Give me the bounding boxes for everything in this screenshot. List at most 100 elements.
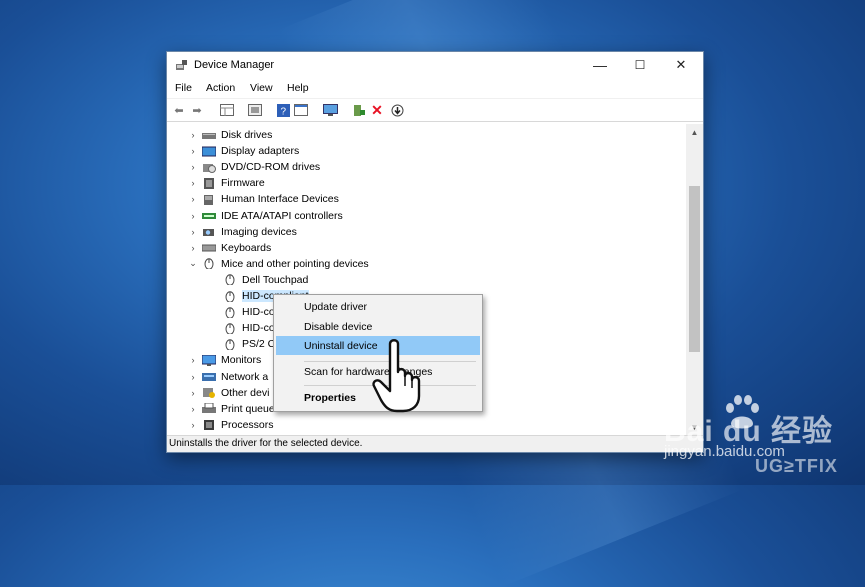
close-button[interactable]: ✕ [666,56,696,74]
help-question-icon[interactable]: ? [275,102,291,118]
chevron-right-icon[interactable]: › [187,211,199,221]
dvd-drive-icon [203,163,216,173]
properties-grid-icon[interactable] [219,102,235,118]
chevron-right-icon[interactable]: › [187,404,199,414]
tree-item-label: Disk drives [221,129,273,141]
toolbar: ⬅ ➡ ? ✕ [167,99,703,122]
tree-item-label: Mice and other pointing devices [221,257,369,270]
printer-icon [202,403,216,414]
menu-help[interactable]: Help [287,82,309,94]
maximize-button[interactable]: ☐ [625,56,655,74]
tree-item-label: Display adapters [221,145,300,158]
mouse-icon [225,322,235,334]
menu-view[interactable]: View [250,82,273,94]
forward-arrow-icon[interactable]: ➡ [189,102,205,118]
uninstall-x-icon[interactable]: ✕ [369,102,385,118]
tree-category-item[interactable]: › DVD/CD-ROM drives [187,159,321,175]
monitor-icon [202,354,216,366]
minimize-button[interactable]: — [585,56,615,74]
console-window-icon[interactable] [293,102,309,118]
scrollbar-thumb[interactable] [689,186,700,352]
chevron-right-icon[interactable]: › [187,178,199,188]
tree-item-label: Human Interface Devices [221,193,339,206]
tree-category-item[interactable]: › Other devi [187,385,270,401]
menu-file[interactable]: File [175,82,192,94]
chevron-right-icon[interactable]: › [187,420,199,430]
svg-text:?: ? [280,106,286,117]
chevron-right-icon[interactable]: › [187,227,199,237]
ugetfix-watermark: UG≥TFIX [755,456,838,476]
tree-category-item[interactable]: › Keyboards [187,240,272,256]
tree-category-item[interactable]: › Human Interface Devices [187,191,339,207]
tree-category-item[interactable]: › Network a [187,369,269,385]
chevron-right-icon[interactable]: › [187,130,199,140]
window-title: Device Manager [194,59,275,71]
menu-bar: File Action View Help [167,78,703,99]
other-devices-icon [203,388,215,399]
tree-child-item[interactable]: Dell Touchpad [220,272,308,288]
tree-category-item[interactable]: › Disk drives [187,127,273,143]
tree-item-label: Keyboards [221,241,272,254]
tree-item-label: Firmware [221,177,265,190]
tree-category-item[interactable]: › Display adapters [187,143,300,159]
mouse-icon [225,274,235,286]
vertical-scrollbar[interactable]: ▲ ▼ [686,124,703,436]
scroll-up-icon[interactable]: ▲ [686,128,703,137]
mouse-icon [204,258,214,270]
chevron-right-icon[interactable]: › [187,355,199,365]
tree-category-item[interactable]: › Print queue [187,401,275,417]
status-bar: Uninstalls the driver for the selected d… [167,435,703,452]
hid-icon [204,194,213,205]
download-circle-icon[interactable] [389,102,405,118]
tree-item-label: HID-co [242,306,275,319]
mouse-icon [225,290,235,302]
tree-item-label: Network a [221,370,269,383]
mouse-icon [225,339,235,350]
device-list-icon[interactable] [247,102,263,118]
tree-child-item[interactable]: HID-co [220,304,275,320]
tree-item-label: IDE ATA/ATAPI controllers [221,209,343,222]
tree-item-label: Imaging devices [221,225,297,238]
tree-category-item[interactable]: › Monitors [187,352,262,368]
chevron-right-icon[interactable]: › [187,194,199,204]
tree-item-label: Print queue [221,402,275,415]
mouse-icon [225,306,235,318]
ide-controller-icon [202,213,216,219]
tree-item-label: Other devi [221,386,270,399]
tree-category-item[interactable]: ⌄ Mice and other pointing devices [187,256,369,272]
context-disable-device[interactable]: Disable device [304,321,372,333]
chevron-right-icon[interactable]: › [187,146,199,156]
title-bar: Device Manager — ☐ ✕ [167,52,703,78]
context-uninstall-device[interactable]: Uninstall device [304,340,378,352]
processor-icon [204,420,214,431]
tree-category-item[interactable]: › Processors [187,417,274,433]
menu-action[interactable]: Action [206,82,235,94]
scan-monitor-icon[interactable] [322,102,338,118]
tree-category-item[interactable]: › IDE ATA/ATAPI controllers [187,208,343,224]
chevron-right-icon[interactable]: › [187,162,199,172]
chevron-right-icon[interactable]: › [187,388,199,398]
add-driver-icon[interactable] [350,102,366,118]
tree-item-label: PS/2 C [242,338,276,351]
tree-item-label: Dell Touchpad [242,273,309,286]
tree-item-label: Monitors [221,354,262,367]
tree-category-item[interactable]: › Firmware [187,175,265,191]
back-arrow-icon[interactable]: ⬅ [171,102,187,118]
tree-child-item[interactable]: HID-co [220,320,275,336]
keyboard-icon [202,244,216,252]
camera-icon [203,229,214,237]
tree-item-label: DVD/CD-ROM drives [221,161,321,174]
display-adapter-icon [202,146,216,157]
device-manager-app-icon [176,60,187,70]
disk-drive-icon [202,132,216,139]
context-properties[interactable]: Properties [304,392,356,404]
context-update-driver[interactable]: Update driver [304,301,367,313]
tree-child-item[interactable]: PS/2 C [220,336,275,352]
chevron-down-icon[interactable]: ⌄ [187,258,199,269]
tree-item-label: Processors [221,418,274,431]
chevron-right-icon[interactable]: › [187,243,199,253]
hand-pointer-cursor-icon [372,339,421,413]
tree-category-item[interactable]: › Imaging devices [187,224,297,240]
status-text: Uninstalls the driver for the selected d… [169,438,363,449]
chevron-right-icon[interactable]: › [187,372,199,382]
